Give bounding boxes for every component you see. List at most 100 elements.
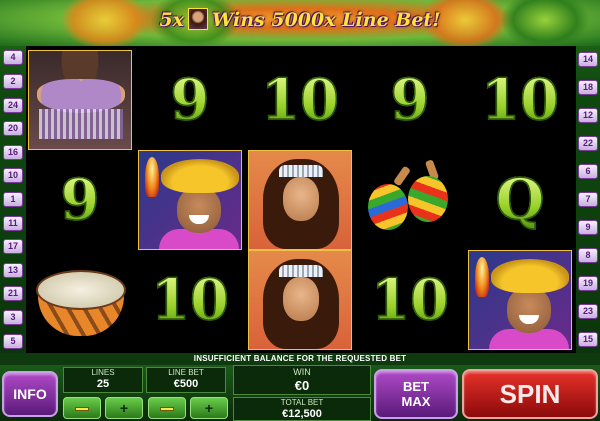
lines-label: LINES [91, 368, 115, 377]
symbol-9: 9 [358, 50, 462, 150]
payline-number[interactable]: 18 [578, 80, 598, 96]
symbol-label: 10 [260, 66, 339, 134]
payline-number[interactable]: 4 [3, 50, 23, 66]
payline-number[interactable]: 21 [3, 286, 23, 302]
payline-number[interactable]: 17 [3, 239, 23, 255]
payline-number[interactable]: 10 [3, 168, 23, 184]
win-label: WIN [293, 367, 311, 377]
symbol-label: 9 [60, 166, 100, 234]
beads-decoration [39, 109, 123, 139]
symbol-lady [248, 250, 352, 350]
payline-number[interactable]: 5 [3, 333, 23, 349]
symbol-10: 10 [468, 50, 572, 150]
line-bet-display: LINE BET €500 [146, 367, 226, 393]
payline-number[interactable]: 13 [3, 262, 23, 278]
symbol-mariachi [138, 150, 242, 250]
symbol-9: 9 [28, 150, 132, 250]
payline-number[interactable]: 14 [578, 52, 598, 68]
lines-value: 25 [96, 378, 110, 390]
symbol-10: 10 [358, 250, 462, 350]
symbol-10: 10 [138, 250, 242, 350]
symbol-bellydancer [28, 50, 132, 150]
reel: 9 [26, 46, 132, 353]
sombrero-icon [161, 159, 239, 193]
spin-button[interactable]: SPIN [462, 369, 598, 419]
mariachi-face-icon [177, 187, 221, 233]
total-bet-display: TOTAL BET €12,500 [233, 397, 371, 421]
status-message: INSUFFICIENT BALANCE FOR THE REQUESTED B… [0, 353, 600, 365]
reel-area: 9 9 10 10 9 10 10 Q [26, 46, 576, 353]
banner-suffix: Wins 5000x Line Bet! [212, 9, 441, 31]
payline-number[interactable]: 11 [3, 215, 23, 231]
payline-number[interactable]: 20 [3, 121, 23, 137]
reel: 10 Q [466, 46, 572, 353]
lines-decrease-button[interactable] [63, 397, 101, 419]
bet-max-button[interactable]: BET MAX [374, 369, 458, 419]
maracas-icon [408, 176, 448, 222]
line-bet-decrease-button[interactable] [148, 397, 186, 419]
symbol-drum [28, 250, 132, 350]
torch-icon [475, 257, 489, 297]
line-bet-label: LINE BET [168, 368, 204, 377]
line-numbers-left: 4 2 24 20 16 10 1 11 17 13 21 3 5 [1, 46, 25, 353]
control-panel: INFO LINES 25 + LINE BET €500 + WIN €0 T… [0, 365, 600, 421]
lady-face-icon [283, 177, 319, 221]
minus-icon [160, 407, 174, 412]
slot-game: 5x Wins 5000x Line Bet! 4 2 24 20 16 10 1 11 17 13… [0, 0, 600, 421]
symbol-label: 10 [370, 266, 449, 334]
symbol-10: 10 [248, 50, 352, 150]
symbol-9: 9 [138, 50, 242, 150]
bet-max-label-line2: MAX [401, 394, 431, 409]
lines-increase-button[interactable]: + [105, 397, 143, 419]
symbol-label: Q [495, 166, 545, 234]
line-numbers-right: 14 18 12 22 6 7 9 8 19 23 15 [576, 46, 600, 353]
lines-display: LINES 25 [63, 367, 143, 393]
info-button[interactable]: INFO [2, 371, 58, 417]
total-bet-value: €12,500 [282, 408, 322, 420]
torch-icon [145, 157, 159, 197]
symbol-label: 10 [480, 66, 559, 134]
payline-number[interactable]: 15 [578, 331, 598, 347]
maracas-icon [368, 184, 408, 230]
drum-icon [36, 270, 126, 310]
line-bet-value: €500 [173, 378, 199, 390]
maraca-handle [392, 165, 412, 187]
jackpot-banner-text: 5x Wins 5000x Line Bet! [0, 8, 600, 31]
payline-number[interactable]: 12 [578, 108, 598, 124]
bellydancer-icon [37, 79, 125, 113]
line-bet-increase-button[interactable]: + [190, 397, 228, 419]
reel: 9 10 [136, 46, 242, 353]
payline-number[interactable]: 23 [578, 303, 598, 319]
tiara-icon [279, 265, 323, 277]
reel: 9 10 [356, 46, 462, 353]
payline-number[interactable]: 8 [578, 247, 598, 263]
sombrero-icon [491, 259, 569, 293]
payline-number[interactable]: 9 [578, 219, 598, 235]
payline-number[interactable]: 6 [578, 164, 598, 180]
banner-prefix: 5x [159, 9, 185, 31]
symbol-maracas [358, 150, 462, 250]
mariachi-face-icon [507, 287, 551, 333]
symbol-lady [248, 150, 352, 250]
symbol-label: 9 [170, 66, 210, 134]
minus-icon [75, 407, 89, 412]
payline-number[interactable]: 22 [578, 136, 598, 152]
lady-face-icon [283, 277, 319, 321]
lady-portrait-icon [188, 8, 209, 30]
payline-number[interactable]: 1 [3, 192, 23, 207]
payline-number[interactable]: 7 [578, 192, 598, 207]
payline-number[interactable]: 3 [3, 310, 23, 326]
symbol-q: Q [468, 150, 572, 250]
symbol-label: 10 [150, 266, 229, 334]
payline-number[interactable]: 19 [578, 275, 598, 291]
reel: 10 [246, 46, 352, 353]
header-banner: 5x Wins 5000x Line Bet! [0, 0, 600, 50]
symbol-mariachi [468, 250, 572, 350]
total-bet-label: TOTAL BET [280, 398, 324, 407]
bet-max-label-line1: BET [403, 379, 429, 394]
payline-number[interactable]: 24 [3, 97, 23, 113]
win-value: €0 [294, 378, 310, 393]
payline-number[interactable]: 16 [3, 144, 23, 160]
payline-number[interactable]: 2 [3, 73, 23, 89]
symbol-label: 9 [390, 66, 430, 134]
